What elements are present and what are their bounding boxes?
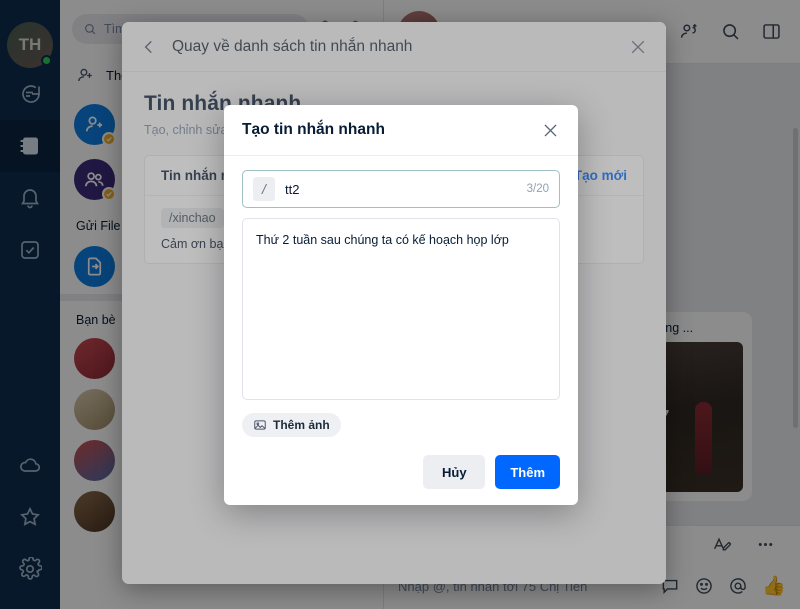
cancel-button[interactable]: Hủy	[423, 455, 486, 489]
message-textarea[interactable]: Thứ 2 tuần sau chúng ta có kế hoạch họp …	[242, 218, 560, 400]
dialog-footer: Hủy Thêm	[224, 439, 578, 505]
keyword-char-counter: 3/20	[526, 183, 549, 195]
keyword-input-value: tt2	[285, 181, 300, 197]
image-icon	[254, 420, 266, 430]
submit-button[interactable]: Thêm	[495, 455, 560, 489]
dialog-title: Tạo tin nhắn nhanh	[242, 121, 385, 138]
dialog-body: / tt2 3/20 Thứ 2 tuần sau chúng ta có kế…	[224, 156, 578, 439]
close-icon	[544, 123, 557, 137]
keyword-input[interactable]: / tt2 3/20	[242, 170, 560, 208]
add-image-button[interactable]: Thêm ảnh	[242, 413, 341, 437]
dialog-header: Tạo tin nhắn nhanh	[224, 105, 578, 156]
app-window: TH Tìm Gửi File Bạn bè những ... Nhập @,…	[0, 0, 800, 609]
add-image-label: Thêm ảnh	[273, 418, 330, 432]
create-quick-message-dialog: Tạo tin nhắn nhanh / tt2 3/20 Thứ 2 tuần…	[224, 105, 578, 505]
dialog-close-button[interactable]	[541, 121, 560, 140]
slash-prefix: /	[253, 177, 275, 201]
